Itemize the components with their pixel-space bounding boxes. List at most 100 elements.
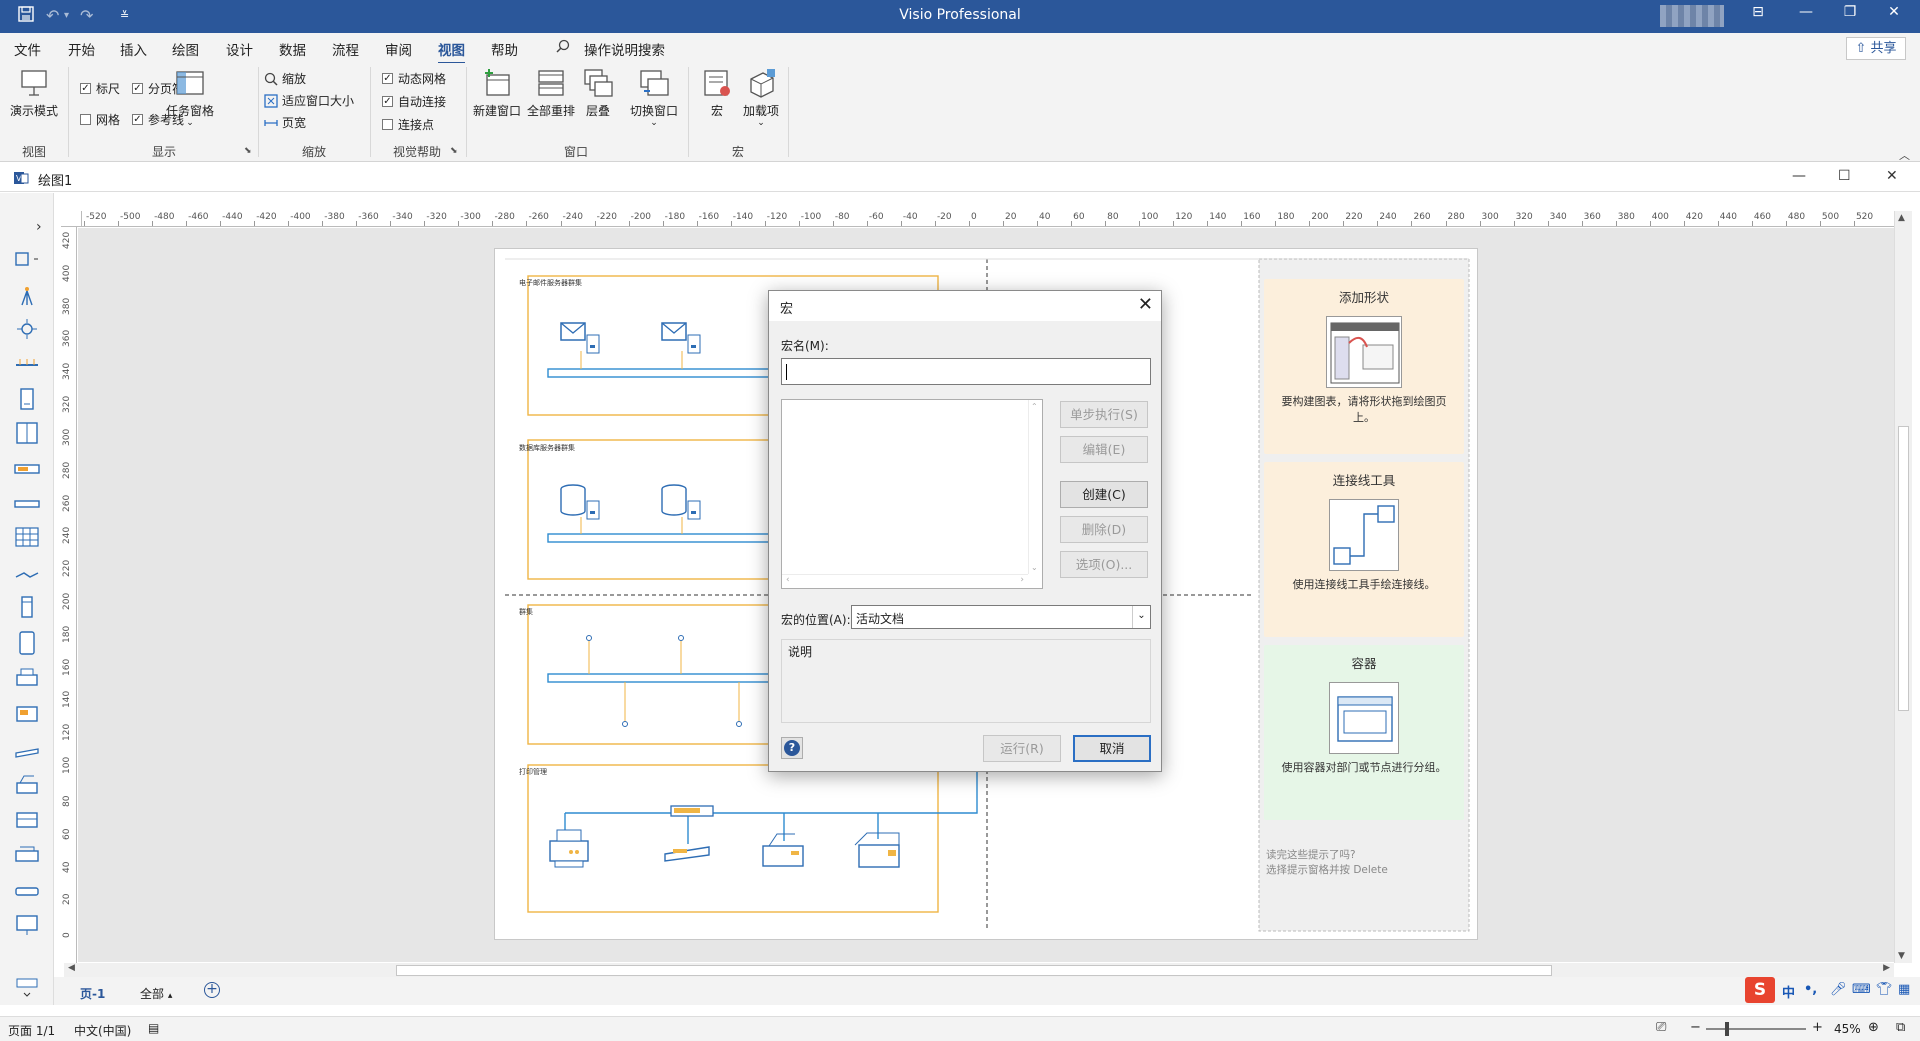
page-width-button[interactable]: 页宽	[264, 114, 306, 131]
scroll-up-icon[interactable]: ⌃	[1031, 402, 1038, 411]
more-stencils-icon[interactable]	[14, 975, 40, 999]
horizontal-scrollbar[interactable]: ◀ ▶	[64, 963, 1894, 977]
sogou-ime-logo-icon[interactable]: S	[1745, 977, 1775, 1003]
stencil-more-shapes-icon[interactable]	[14, 249, 40, 273]
chevron-down-icon[interactable]: ⌄	[1132, 606, 1150, 628]
presentation-mode-button[interactable]: 演示模式	[8, 67, 60, 119]
tab-file[interactable]: 文件	[14, 39, 41, 59]
delete-button[interactable]: 删除(D)	[1060, 516, 1148, 543]
ime-skin-icon[interactable]: 👕︎	[1876, 982, 1893, 997]
macro-list[interactable]: ⌃ ⌄ ‹ ›	[781, 399, 1043, 589]
run-button[interactable]: 运行(R)	[983, 735, 1061, 762]
zoom-button[interactable]: 缩放	[264, 70, 306, 87]
modem-icon[interactable]	[14, 879, 40, 903]
fit-to-window-button[interactable]: 适应窗口大小	[264, 92, 354, 109]
scanner-icon[interactable]	[14, 737, 40, 761]
close-icon[interactable]: ✕	[1874, 4, 1914, 28]
tab-process[interactable]: 流程	[332, 39, 359, 59]
ime-chinese-mode[interactable]: 中	[1782, 982, 1795, 1001]
tablet-icon[interactable]	[14, 631, 40, 655]
dialog-close-icon[interactable]: ✕	[1138, 294, 1153, 315]
ruler-checkbox[interactable]: ✓ 标尺	[80, 80, 120, 97]
tab-view[interactable]: 视图	[438, 39, 465, 64]
restore-icon[interactable]: ❐	[1830, 4, 1870, 28]
scroll-right-icon[interactable]: ▶	[1883, 963, 1890, 973]
scroll-down-icon[interactable]: ▼	[1898, 951, 1905, 961]
router-icon[interactable]	[14, 491, 40, 515]
macro-record-icon[interactable]: ▤	[148, 1021, 159, 1035]
hub-icon[interactable]	[14, 317, 40, 341]
presentation-mode-icon[interactable]: ⎚	[1656, 1020, 1666, 1035]
scroll-left-icon[interactable]: ‹	[786, 575, 790, 585]
share-button[interactable]: ⇧ 共享	[1846, 37, 1906, 60]
minimize-icon[interactable]: —	[1786, 4, 1826, 28]
projector-screen-icon[interactable]	[14, 913, 40, 937]
tab-review[interactable]: 审阅	[385, 39, 412, 59]
switch-windows-status-icon[interactable]: ⧉	[1896, 1020, 1905, 1035]
server-icon[interactable]	[14, 387, 40, 411]
macro-name-input[interactable]	[781, 358, 1151, 385]
tab-home[interactable]: 开始	[68, 39, 95, 59]
vertical-scrollbar[interactable]: ▲ ▼	[1894, 211, 1912, 963]
fit-page-icon[interactable]: ⊕	[1868, 1020, 1879, 1035]
printer-icon[interactable]	[14, 667, 40, 691]
plotter-icon[interactable]	[14, 843, 40, 867]
task-panes-button[interactable]: 任务窗格 ⌄	[160, 67, 220, 128]
connection-points-checkbox[interactable]: 连接点	[382, 116, 434, 133]
ime-microphone-icon[interactable]: 🎤︎	[1830, 982, 1847, 997]
macro-list-vscrollbar[interactable]: ⌃ ⌄	[1028, 400, 1042, 574]
switch-windows-button[interactable]: 切换窗口 ⌄	[626, 67, 682, 128]
cascade-button[interactable]: 层叠	[578, 67, 618, 119]
line-connector-icon[interactable]	[14, 563, 40, 587]
visual-aids-launcher-icon[interactable]: ⬊	[450, 146, 458, 156]
grid-checkbox[interactable]: 网格	[80, 111, 120, 128]
scroll-up-icon[interactable]: ▲	[1898, 213, 1905, 223]
dynamic-grid-checkbox[interactable]: ✓ 动态网格	[382, 70, 446, 87]
add-page-icon[interactable]: +	[204, 982, 220, 998]
multifunction-device-icon[interactable]	[14, 807, 40, 831]
macro-location-select[interactable]: 活动文档 ⌄	[851, 605, 1151, 629]
tip-connector-tool[interactable]: 连接线工具 使用连接线工具手绘连接线。	[1264, 462, 1464, 637]
help-button[interactable]: ?	[781, 737, 803, 759]
tab-help[interactable]: 帮助	[491, 39, 518, 59]
macro-list-hscrollbar[interactable]: ‹ ›	[782, 574, 1028, 588]
doc-minimize-icon[interactable]: —	[1792, 168, 1806, 184]
doc-maximize-icon[interactable]: ☐	[1838, 168, 1851, 184]
new-window-button[interactable]: 新建窗口	[470, 67, 524, 119]
antenna-icon[interactable]	[14, 283, 40, 307]
ribbon-display-icon[interactable]: ⊟	[1738, 4, 1778, 28]
tab-insert[interactable]: 插入	[120, 39, 147, 59]
ime-menu-icon[interactable]: ▦	[1898, 982, 1910, 997]
tab-draw[interactable]: 绘图	[172, 39, 199, 59]
zoom-in-icon[interactable]: +	[1812, 1020, 1823, 1035]
tab-data[interactable]: 数据	[279, 39, 306, 59]
search-icon[interactable]	[556, 39, 570, 57]
zoom-level[interactable]: 45%	[1834, 1022, 1861, 1036]
copier-icon[interactable]	[14, 701, 40, 725]
rack-icon[interactable]	[14, 421, 40, 445]
page-number-status[interactable]: 页面 1/1	[8, 1022, 55, 1039]
add-ins-button[interactable]: 加载项 ⌄	[738, 67, 784, 128]
scroll-right-icon[interactable]: ›	[1020, 575, 1024, 585]
arrange-all-button[interactable]: 全部重排	[524, 67, 578, 119]
doc-close-icon[interactable]: ✕	[1886, 168, 1898, 184]
scroll-thumb[interactable]	[1898, 426, 1909, 711]
expand-shapes-icon[interactable]: ›	[36, 219, 42, 235]
tower-icon[interactable]	[14, 595, 40, 619]
edit-button[interactable]: 编辑(E)	[1060, 436, 1148, 463]
tell-me-search[interactable]: 操作说明搜索	[584, 39, 665, 59]
tip-add-shapes[interactable]: 添加形状 要构建图表，请将形状拖到绘图页上。	[1264, 279, 1464, 454]
fax-icon[interactable]	[14, 773, 40, 797]
page-tab-1[interactable]: 页-1	[80, 985, 105, 1002]
cancel-button[interactable]: 取消	[1073, 735, 1151, 762]
options-button[interactable]: 选项(O)...	[1060, 551, 1148, 578]
ethernet-icon[interactable]	[14, 351, 40, 375]
autoconnect-checkbox[interactable]: ✓ 自动连接	[382, 93, 446, 110]
scroll-thumb[interactable]	[396, 965, 1552, 976]
zoom-slider[interactable]	[1706, 1022, 1806, 1036]
zoom-out-icon[interactable]: −	[1690, 1020, 1701, 1035]
show-launcher-icon[interactable]: ⬊	[244, 146, 252, 156]
patch-panel-icon[interactable]	[14, 525, 40, 549]
tab-design[interactable]: 设计	[226, 39, 253, 59]
scroll-left-icon[interactable]: ◀	[68, 963, 75, 973]
